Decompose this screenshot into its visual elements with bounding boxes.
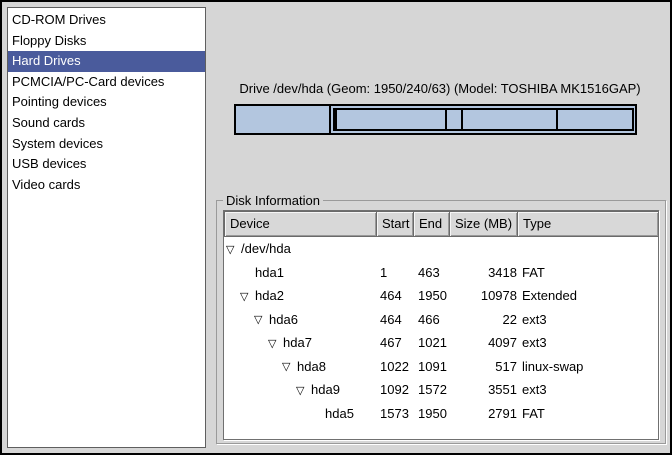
device-cell: hda5 [224,402,376,426]
end-cell: 466 [414,308,449,332]
type-cell: Extended [522,284,658,308]
start-cell: 1 [377,261,413,285]
device-name: hda2 [255,284,284,308]
expander-open-icon[interactable]: ▽ [268,337,276,350]
column-header-size[interactable]: Size (MB) [449,211,518,237]
table-row-hda5[interactable]: hda5 157319502791FAT [224,402,658,426]
type-cell: ext3 [522,308,658,332]
end-cell: 1950 [414,402,449,426]
partition-segment-hda5 [556,110,632,129]
end-cell: 1091 [414,355,449,379]
device-name: hda5 [325,402,354,426]
size-cell: 517 [449,355,517,379]
column-header-end[interactable]: End [413,211,450,237]
start-cell: 1022 [377,355,413,379]
device-cell: ▽ hda8 [224,355,376,379]
disk-information-frame: Disk Information Device Start End Size (… [216,200,666,444]
end-cell: 1572 [414,378,449,402]
size-cell: 3551 [449,378,517,402]
column-header-start[interactable]: Start [376,211,414,237]
device-name: hda1 [255,261,284,285]
start-cell: 464 [377,284,413,308]
table-row-hda6[interactable]: ▽ hda6 46446622ext3 [224,308,658,332]
sidebar-item-system-devices[interactable]: System devices [8,134,205,155]
drive-info-label: Drive /dev/hda (Geom: 1950/240/63) (Mode… [214,81,666,97]
device-cell: ▽ /dev/hda [224,237,376,261]
type-cell: FAT [522,402,658,426]
sidebar-item-cd-rom-drives[interactable]: CD-ROM Drives [8,10,205,31]
expander-open-icon[interactable]: ▽ [254,313,262,326]
start-cell: 1573 [377,402,413,426]
table-row-hda2[interactable]: ▽ hda2 464195010978Extended [224,284,658,308]
sidebar-item-hard-drives[interactable]: Hard Drives [8,51,205,72]
device-name: hda9 [311,378,340,402]
end-cell: 1021 [414,331,449,355]
size-cell: 3418 [449,261,517,285]
partition-segment-hda1 [236,106,331,133]
size-cell: 4097 [449,331,517,355]
end-cell: 463 [414,261,449,285]
end-cell [414,237,449,261]
size-cell [449,237,517,261]
sidebar-item-video-cards[interactable]: Video cards [8,175,205,196]
device-cell: ▽ hda6 [224,308,376,332]
partition-segment-hda9 [461,110,557,129]
type-cell [522,237,658,261]
device-category-list: CD-ROM DrivesFloppy DisksHard DrivesPCMC… [7,7,206,448]
start-cell: 1092 [377,378,413,402]
sidebar-item-floppy-disks[interactable]: Floppy Disks [8,31,205,52]
sidebar-item-pointing-devices[interactable]: Pointing devices [8,92,205,113]
size-cell: 2791 [449,402,517,426]
device-cell: ▽ hda2 [224,284,376,308]
sidebar-item-usb-devices[interactable]: USB devices [8,154,205,175]
expander-slot: ▽ [254,308,269,332]
table-row-hda1[interactable]: hda1 14633418FAT [224,261,658,285]
partition-segment-hda7 [335,110,445,129]
table-row-dev-hda[interactable]: ▽ /dev/hda [224,237,658,261]
expander-slot: ▽ [268,331,283,355]
disk-information-frame-label: Disk Information [223,193,323,208]
type-cell: FAT [522,261,658,285]
hardware-browser-window: CD-ROM DrivesFloppy DisksHard DrivesPCMC… [0,0,672,455]
column-header-type[interactable]: Type [517,211,659,237]
sidebar-item-sound-cards[interactable]: Sound cards [8,113,205,134]
device-name: hda7 [283,331,312,355]
sidebar-item-pcmcia-pc-card-devices[interactable]: PCMCIA/PC-Card devices [8,72,205,93]
partition-segment-hda8 [445,110,461,129]
device-cell: hda1 [224,261,376,285]
device-name: /dev/hda [241,237,291,261]
partition-segment-hda2 [333,108,634,131]
table-row-hda9[interactable]: ▽ hda9 109215723551ext3 [224,378,658,402]
table-row-hda7[interactable]: ▽ hda7 46710214097ext3 [224,331,658,355]
expander-open-icon[interactable]: ▽ [240,290,248,303]
table-row-hda8[interactable]: ▽ hda8 10221091517linux-swap [224,355,658,379]
expander-slot: ▽ [240,284,255,308]
expander-slot: ▽ [282,355,297,379]
device-name: hda6 [269,308,298,332]
type-cell: ext3 [522,331,658,355]
column-header-device[interactable]: Device [224,211,377,237]
start-cell: 464 [377,308,413,332]
start-cell: 467 [377,331,413,355]
expander-open-icon[interactable]: ▽ [296,384,304,397]
expander-slot: ▽ [296,378,311,402]
disk-table: Device Start End Size (MB) Type ▽ /dev/hd… [223,210,659,440]
end-cell: 1950 [414,284,449,308]
expander-open-icon[interactable]: ▽ [226,243,234,256]
disk-table-body: ▽/dev/hdahda114633418FAT▽hda246419501097… [224,237,658,439]
partition-bar [234,104,637,135]
device-cell: ▽ hda7 [224,331,376,355]
device-cell: ▽ hda9 [224,378,376,402]
type-cell: ext3 [522,378,658,402]
expander-open-icon[interactable]: ▽ [282,360,290,373]
type-cell: linux-swap [522,355,658,379]
size-cell: 22 [449,308,517,332]
expander-slot: ▽ [226,237,241,261]
device-name: hda8 [297,355,326,379]
size-cell: 10978 [449,284,517,308]
start-cell [377,237,413,261]
